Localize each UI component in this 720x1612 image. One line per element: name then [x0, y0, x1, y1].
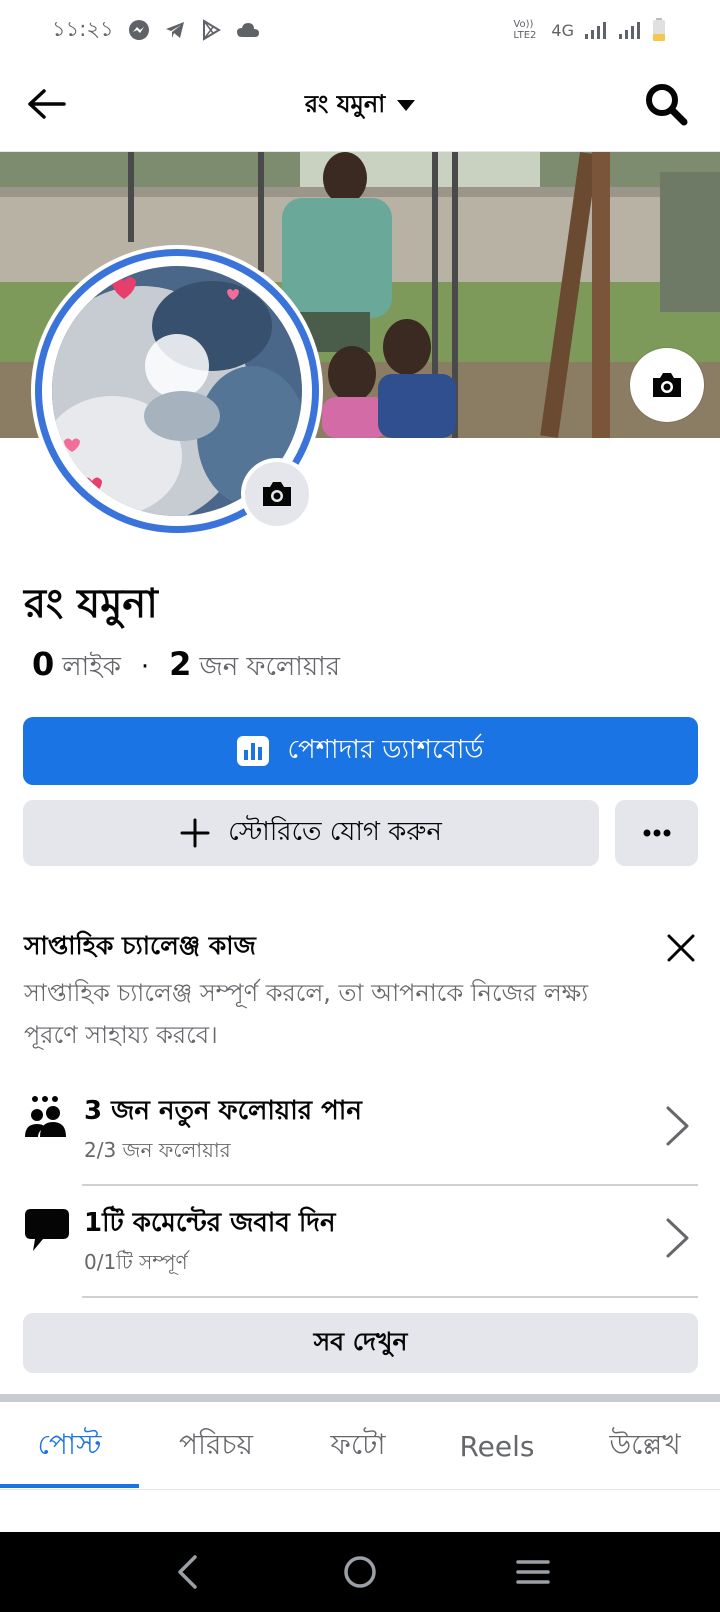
search-button[interactable]	[642, 80, 690, 128]
chevron-right-icon	[662, 1214, 694, 1262]
more-dots-icon	[643, 829, 670, 837]
professional-dashboard-button[interactable]: পেশাদার ড্যাশবোর্ড	[23, 717, 698, 785]
back-arrow-icon	[28, 89, 66, 119]
task-title: 3 জন নতুন ফলোয়ার পান	[84, 1096, 362, 1126]
challenge-description: সাপ্তাহিক চ্যালেঞ্জ সম্পূর্ণ করলে, তা আপ…	[24, 979, 589, 1049]
dismiss-challenge-button[interactable]	[661, 928, 701, 968]
add-story-label: স্টোরিতে যোগ করুন	[228, 817, 442, 847]
cloud-icon	[236, 21, 260, 39]
close-icon	[667, 934, 695, 962]
task-progress: 0/1টি সম্পূর্ণ	[84, 1250, 188, 1274]
signal-icon	[584, 20, 608, 40]
challenge-task-followers[interactable]: 3 জন নতুন ফলোয়ার পান 2/3 জন ফলোয়ার	[0, 1074, 720, 1186]
profile-tabs: পোস্ট পরিচয় ফটো Reels উল্লেখ	[0, 1402, 720, 1490]
likes-count: 0	[32, 645, 55, 683]
separator-dot: ·	[140, 652, 150, 682]
camera-icon	[653, 373, 681, 397]
active-tab-indicator	[0, 1484, 139, 1488]
volte-label: Vo)) LTE2	[513, 19, 537, 41]
tab-posts[interactable]: পোস্ট	[0, 1402, 139, 1490]
messenger-icon	[128, 19, 150, 41]
top-app-bar: রং যমুনা	[0, 60, 720, 152]
chevron-right-icon	[662, 1102, 694, 1150]
system-recents-button[interactable]	[503, 1542, 563, 1602]
caret-down-icon	[397, 99, 416, 111]
system-back-button[interactable]	[157, 1542, 217, 1602]
task-title: 1টি কমেন্টের জবাব দিন	[84, 1208, 336, 1238]
edit-cover-button[interactable]	[630, 348, 704, 422]
page-switcher[interactable]: রং যমুনা	[304, 86, 416, 126]
tab-about[interactable]: পরিচয়	[146, 1402, 286, 1490]
more-options-button[interactable]	[615, 800, 698, 866]
likes-label[interactable]: লাইক	[62, 646, 121, 690]
tab-photos[interactable]: ফটো	[293, 1402, 423, 1490]
page-title: রং যমুনা	[304, 89, 386, 118]
home-circle-icon	[344, 1556, 376, 1588]
status-time: ১১:২১	[52, 16, 114, 41]
status-right: Vo)) LTE2 4G	[513, 18, 666, 42]
signal-2-icon	[618, 20, 642, 40]
followers-label[interactable]: জন ফলোয়ার	[199, 646, 340, 690]
dashboard-chart-icon	[237, 736, 270, 766]
system-home-button[interactable]	[330, 1542, 390, 1602]
tab-mentions[interactable]: উল্লেখ	[570, 1402, 720, 1490]
battery-icon	[652, 18, 666, 42]
followers-count: 2	[169, 645, 192, 683]
status-bar: ১১:২১ Vo)) LTE2 4G	[0, 0, 720, 60]
comment-icon	[22, 1206, 72, 1256]
system-navigation-bar	[0, 1532, 720, 1612]
search-icon	[646, 84, 688, 126]
network-type: 4G	[551, 20, 574, 40]
play-store-icon	[200, 19, 222, 41]
tab-reels[interactable]: Reels	[430, 1402, 564, 1490]
challenge-title: সাপ্তাহিক চ্যালেঞ্জ কাজ	[24, 931, 256, 960]
plus-icon	[180, 818, 210, 848]
status-left: ১১:২১	[52, 13, 260, 48]
task-progress: 2/3 জন ফলোয়ার	[84, 1138, 231, 1162]
camera-icon	[263, 482, 291, 506]
back-chevron-icon	[177, 1555, 197, 1589]
recents-menu-icon	[516, 1560, 551, 1584]
profile-stats: 0 লাইক · 2 জন ফলোয়ার	[32, 645, 340, 690]
telegram-icon	[164, 19, 186, 41]
edit-profile-picture-button[interactable]	[241, 458, 313, 530]
divider	[82, 1296, 698, 1298]
dashboard-label: পেশাদার ড্যাশবোর্ড	[287, 735, 484, 765]
people-icon	[22, 1094, 72, 1144]
add-to-story-button[interactable]: স্টোরিতে যোগ করুন	[23, 800, 599, 866]
back-button[interactable]	[24, 82, 68, 126]
see-all-button[interactable]: সব দেখুন	[23, 1313, 698, 1373]
section-separator	[0, 1394, 720, 1402]
challenge-task-comment[interactable]: 1টি কমেন্টের জবাব দিন 0/1টি সম্পূর্ণ	[0, 1186, 720, 1298]
profile-name: রং যমুনা	[24, 581, 158, 627]
